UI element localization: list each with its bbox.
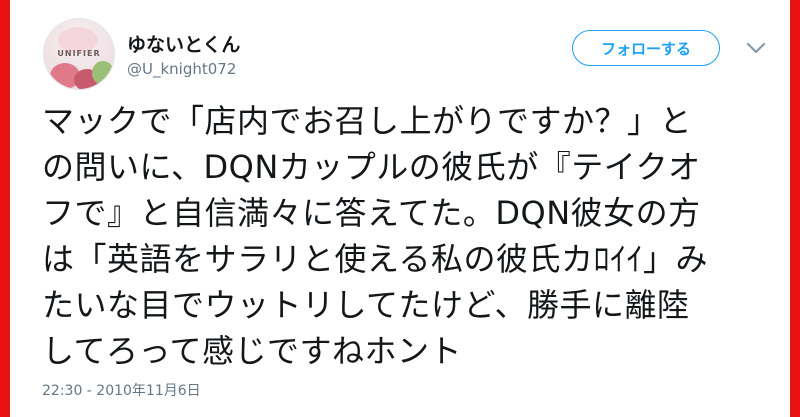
tweet-text: マックで「店内でお召し上がりですか？」と の問いに、DQNカップルの彼氏が『テイ… <box>42 102 709 370</box>
avatar[interactable]: UNIFIER <box>43 18 115 90</box>
user-handle[interactable]: @U_knight072 <box>127 60 236 78</box>
tweet-card: UNIFIER ゆないとくん @U_knight072 フォローする マックで「… <box>10 0 790 417</box>
follow-button[interactable]: フォローする <box>572 30 720 66</box>
display-name[interactable]: ゆないとくん <box>127 30 240 57</box>
avatar-logo-text: UNIFIER <box>57 49 101 58</box>
avatar-decoration <box>92 61 114 85</box>
tweet-timestamp[interactable]: 22:30 - 2010年11月6日 <box>42 380 201 400</box>
chevron-down-icon[interactable] <box>745 40 767 56</box>
